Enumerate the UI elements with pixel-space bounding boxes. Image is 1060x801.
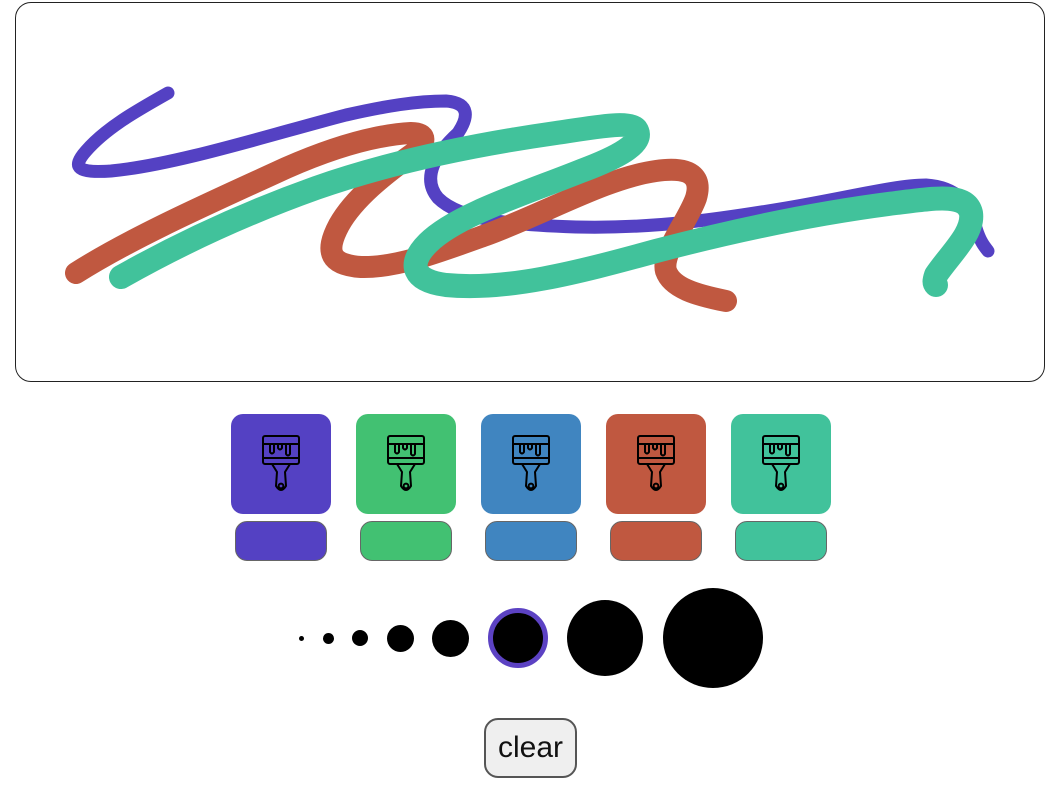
- paintbrush-icon: [260, 434, 302, 494]
- drawing-canvas[interactable]: [15, 2, 1045, 382]
- paintbrush-icon: [385, 434, 427, 494]
- color-palette: [231, 414, 831, 561]
- brush-button-blue[interactable]: [481, 414, 581, 514]
- color-pill-purple[interactable]: [235, 521, 327, 561]
- color-pill-red[interactable]: [610, 521, 702, 561]
- brush-size-option-5[interactable]: [431, 619, 469, 657]
- paintbrush-icon: [760, 434, 802, 494]
- brush-button-green[interactable]: [356, 414, 456, 514]
- brush-size-option-7[interactable]: [567, 600, 643, 676]
- swatch-green: [356, 414, 456, 561]
- brush-size-option-2[interactable]: [322, 632, 334, 644]
- brush-size-option-1[interactable]: [298, 635, 304, 641]
- swatch-teal: [731, 414, 831, 561]
- swatch-blue: [481, 414, 581, 561]
- color-pill-green[interactable]: [360, 521, 452, 561]
- brush-size-option-6[interactable]: [488, 608, 548, 668]
- brush-size-option-8[interactable]: [663, 588, 763, 688]
- paintbrush-icon: [510, 434, 552, 494]
- clear-button[interactable]: clear: [484, 718, 577, 778]
- brush-button-teal[interactable]: [731, 414, 831, 514]
- brush-size-option-3[interactable]: [352, 630, 368, 646]
- brush-button-red[interactable]: [606, 414, 706, 514]
- brush-button-purple[interactable]: [231, 414, 331, 514]
- paintbrush-icon: [635, 434, 677, 494]
- brush-size-option-4[interactable]: [386, 624, 414, 652]
- swatch-red: [606, 414, 706, 561]
- swatch-purple: [231, 414, 331, 561]
- color-pill-teal[interactable]: [735, 521, 827, 561]
- brush-size-selector: [0, 588, 1060, 688]
- color-pill-blue[interactable]: [485, 521, 577, 561]
